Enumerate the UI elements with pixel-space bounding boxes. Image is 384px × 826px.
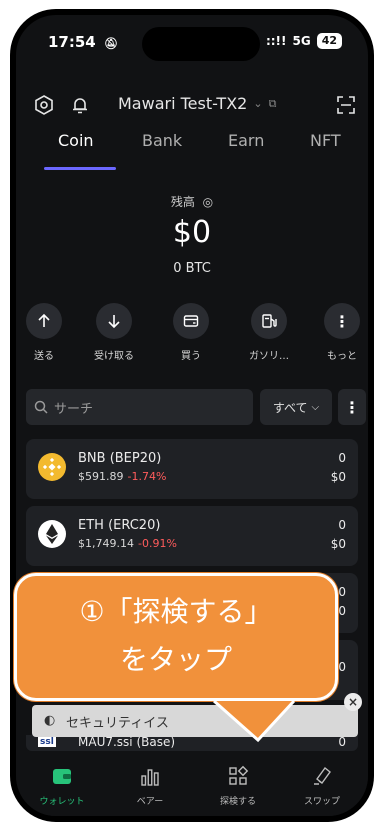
callout-line-2: をタップ — [119, 643, 232, 676]
tab-earn[interactable]: Earn — [228, 131, 264, 150]
grid-diamond-icon — [229, 765, 249, 785]
more-vertical-icon: ⋮ — [324, 303, 360, 339]
tab-coin[interactable]: Coin — [58, 131, 94, 150]
settings-hex-icon[interactable] — [32, 93, 56, 117]
status-time: 17:54 🔕︎ — [48, 33, 118, 51]
tab-nft[interactable]: NFT — [310, 131, 341, 150]
token-change: -1.74% — [127, 470, 167, 483]
network-label: 5G — [292, 34, 311, 48]
arrow-down-icon — [96, 303, 132, 339]
list-options-button[interactable]: ⋮ — [338, 389, 366, 425]
more-button[interactable]: ⋮ もっと — [312, 303, 368, 362]
nav-pair[interactable]: ベアー — [112, 765, 188, 807]
swap-icon — [314, 766, 331, 785]
token-amount: 0 — [338, 735, 346, 749]
token-amount: 0 — [338, 451, 346, 465]
token-change: -0.91% — [137, 537, 177, 550]
token-value: $0 — [330, 537, 346, 551]
token-value: $0 — [330, 470, 346, 484]
status-indicators: ::!! 5G 42 — [266, 33, 342, 49]
nav-wallet[interactable]: ウォレット — [24, 765, 100, 807]
token-row[interactable]: BNB (BEP20) $591.89 -1.74% 0 $0 — [26, 439, 358, 499]
receive-label: 受け取る — [94, 351, 134, 362]
card-icon — [173, 303, 209, 339]
token-name: BNB (BEP20) — [78, 451, 162, 466]
filter-dropdown[interactable]: すべて ⌵ — [260, 389, 332, 425]
silent-mode-icon: 🔕︎ — [103, 37, 118, 50]
gas-label: ガソリ… — [249, 351, 289, 362]
copy-icon[interactable]: ⧉ — [269, 97, 277, 111]
nav-wallet-label: ウォレット — [39, 797, 85, 807]
bottom-nav: ウォレット ベアー 探検する スワップ — [16, 753, 368, 816]
search-row: サーチ すべて ⌵ ⋮ — [26, 389, 366, 425]
token-row[interactable]: ETH (ERC20) $1,749.14 -0.91% 0 $0 — [26, 506, 358, 566]
arrow-up-icon — [26, 303, 62, 339]
bell-icon[interactable] — [68, 93, 92, 117]
shield-icon: ◐ — [44, 713, 56, 728]
security-label: セキュリティイス — [66, 716, 169, 731]
close-icon[interactable]: × — [344, 693, 362, 711]
nav-swap[interactable]: スワップ — [284, 765, 360, 807]
nav-explore-label: 探検する — [219, 797, 256, 807]
gas-pump-icon — [251, 303, 287, 339]
buy-label: 買う — [181, 351, 201, 362]
filter-label: すべて — [272, 400, 308, 415]
asset-tabs: Coin Bank Earn NFT — [16, 131, 368, 171]
active-tab-indicator — [44, 167, 116, 170]
token-row[interactable]: ssl MAU7.ssi (Base) 0 — [26, 735, 358, 751]
nav-pair-label: ベアー — [136, 797, 164, 807]
send-button[interactable]: 送る — [16, 303, 74, 362]
eye-icon[interactable]: ◎ — [203, 195, 213, 209]
security-banner[interactable]: ◐ セキュリティイス × — [32, 693, 362, 737]
bar-chart-icon — [141, 769, 159, 786]
buy-button[interactable]: 買う — [161, 303, 221, 362]
tab-bank[interactable]: Bank — [142, 131, 182, 150]
search-icon — [34, 400, 48, 414]
token-amount: 0 — [338, 660, 346, 674]
dynamic-island — [142, 27, 260, 61]
balance-value: $0 — [172, 215, 212, 250]
token-amount: 0 — [338, 585, 346, 599]
battery-icon: 42 — [316, 33, 342, 49]
chevron-down-icon: ⌵ — [311, 401, 320, 413]
token-name: MAU7.ssi (Base) — [78, 735, 176, 749]
more-label: もっと — [327, 351, 357, 362]
balance-label: 残高 ◎ — [170, 195, 214, 209]
top-bar: Mawari Test-TX2 ⌄ ⧉ — [16, 89, 368, 121]
scan-icon[interactable] — [334, 93, 358, 117]
gas-button[interactable]: ガソリ… — [239, 303, 299, 362]
nav-explore[interactable]: 探検する — [200, 765, 276, 807]
nav-swap-label: スワップ — [303, 797, 340, 807]
token-amount: 0 — [338, 518, 346, 532]
eth-logo-icon — [38, 520, 66, 548]
wallet-name: Mawari Test-TX2 — [118, 94, 248, 113]
ssl-logo-icon: ssl — [38, 737, 56, 747]
action-buttons: 送る 受け取る 買う ガソリ… ⋮ もっと — [16, 303, 368, 373]
send-label: 送る — [34, 351, 54, 362]
token-price: $591.89 -1.74% — [78, 470, 167, 483]
chevron-down-icon: ⌄ — [253, 97, 263, 110]
wallet-icon — [53, 769, 71, 784]
token-name: ETH (ERC20) — [78, 518, 161, 533]
token-price: $1,749.14 -0.91% — [78, 537, 177, 550]
search-input[interactable]: サーチ — [26, 389, 253, 425]
bnb-logo-icon — [38, 453, 66, 481]
search-placeholder: サーチ — [54, 401, 94, 417]
balance-btc: 0 BTC — [173, 261, 211, 276]
receive-button[interactable]: 受け取る — [84, 303, 144, 362]
wallet-selector[interactable]: Mawari Test-TX2 ⌄ ⧉ — [118, 94, 276, 113]
signal-icon: ::!! — [265, 34, 287, 48]
callout-line-1: ①「探検する」 — [79, 595, 273, 628]
tutorial-callout: ①「探検する」 をタップ — [14, 573, 338, 701]
